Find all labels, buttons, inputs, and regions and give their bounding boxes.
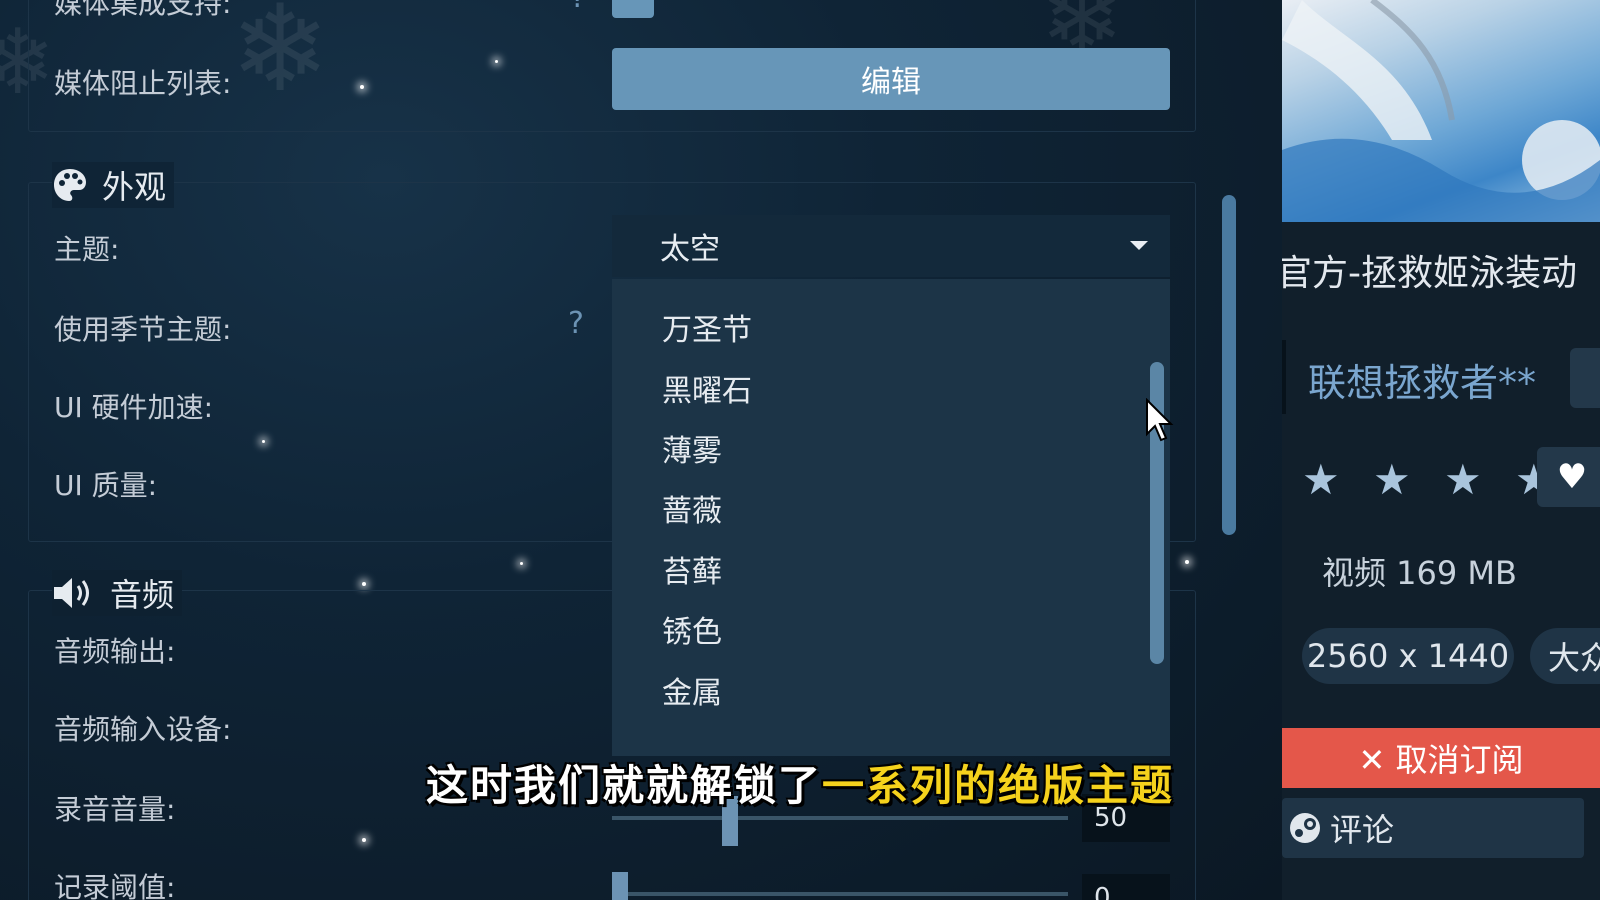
wallpaper-thumbnail[interactable] (1282, 0, 1600, 222)
sparkle (362, 582, 366, 586)
media-integration-label: 媒体集成支持: (54, 0, 232, 20)
edit-blocklist-button[interactable]: 编辑 (612, 48, 1170, 110)
search-button[interactable] (1570, 348, 1600, 408)
author-divider (1282, 340, 1286, 414)
favorite-button[interactable]: ♥ (1537, 447, 1600, 507)
theme-label: 主题: (54, 233, 120, 266)
audio-header: 音频 (52, 570, 183, 616)
caret-down-icon (1130, 241, 1148, 250)
audio-title: 音频 (110, 576, 175, 614)
theme-select-value: 太空 (660, 232, 720, 267)
theme-option[interactable]: 蔷薇 (662, 486, 722, 530)
theme-select[interactable]: 太空 (612, 215, 1170, 277)
theme-dropdown-list: 万圣节 黑曜石 薄雾 蔷薇 苔藓 锈色 金属 (612, 279, 1170, 756)
item-author-link[interactable]: 联想拯救者** (1308, 352, 1536, 407)
video-subtitle: 这时我们就就解锁了一系列的绝版主题 (0, 752, 1600, 813)
palette-icon (54, 169, 86, 201)
settings-scrollbar[interactable] (1222, 195, 1236, 535)
record-threshold-label: 记录阈值: (54, 871, 176, 900)
heart-icon: ♥ (1556, 457, 1588, 497)
seasonal-help-icon[interactable]: ? (568, 306, 584, 341)
media-integration-help-icon[interactable]: ? (570, 0, 586, 15)
sparkle (1185, 560, 1189, 564)
record-threshold-value[interactable]: 0 (1082, 874, 1170, 900)
item-type-size: 视频 169 MB (1322, 554, 1517, 592)
theme-option[interactable]: 金属 (662, 668, 722, 712)
record-threshold-slider[interactable] (612, 892, 1068, 896)
mouse-cursor-icon (1146, 398, 1174, 442)
sparkle (520, 562, 523, 565)
rating-tag: 大众 (1530, 628, 1600, 684)
theme-option[interactable]: 黑曜石 (662, 366, 752, 410)
audio-output-label: 音频输出: (54, 635, 176, 668)
record-volume-slider[interactable] (612, 816, 1068, 820)
media-integration-checkbox[interactable] (612, 0, 654, 18)
item-title: 官方-拯救姬泳装动 (1282, 253, 1577, 294)
speaker-icon (54, 578, 89, 608)
resolution-tag: 2560 x 1440 (1302, 628, 1514, 684)
theme-option[interactable]: 苔藓 (662, 547, 722, 591)
subtitle-highlight-part: 一系列的绝版主题 (822, 761, 1175, 810)
subtitle-white-part: 这时我们就就解锁了 (425, 761, 822, 810)
audio-input-label: 音频输入设备: (54, 713, 232, 746)
seasonal-theme-label: 使用季节主题: (54, 313, 232, 346)
appearance-header: 外观 (52, 162, 175, 208)
record-threshold-knob[interactable] (612, 872, 628, 900)
theme-option[interactable]: 锈色 (662, 607, 722, 651)
theme-option[interactable]: 薄雾 (662, 426, 722, 470)
theme-option[interactable]: 万圣节 (662, 305, 752, 349)
steam-icon (1290, 813, 1320, 843)
media-blocklist-label: 媒体阻止列表: (54, 67, 232, 100)
ui-quality-label: UI 质量: (54, 469, 158, 502)
thumbnail-art (1282, 0, 1600, 222)
appearance-title: 外观 (102, 168, 167, 206)
ui-hw-accel-label: UI 硬件加速: (54, 391, 214, 424)
